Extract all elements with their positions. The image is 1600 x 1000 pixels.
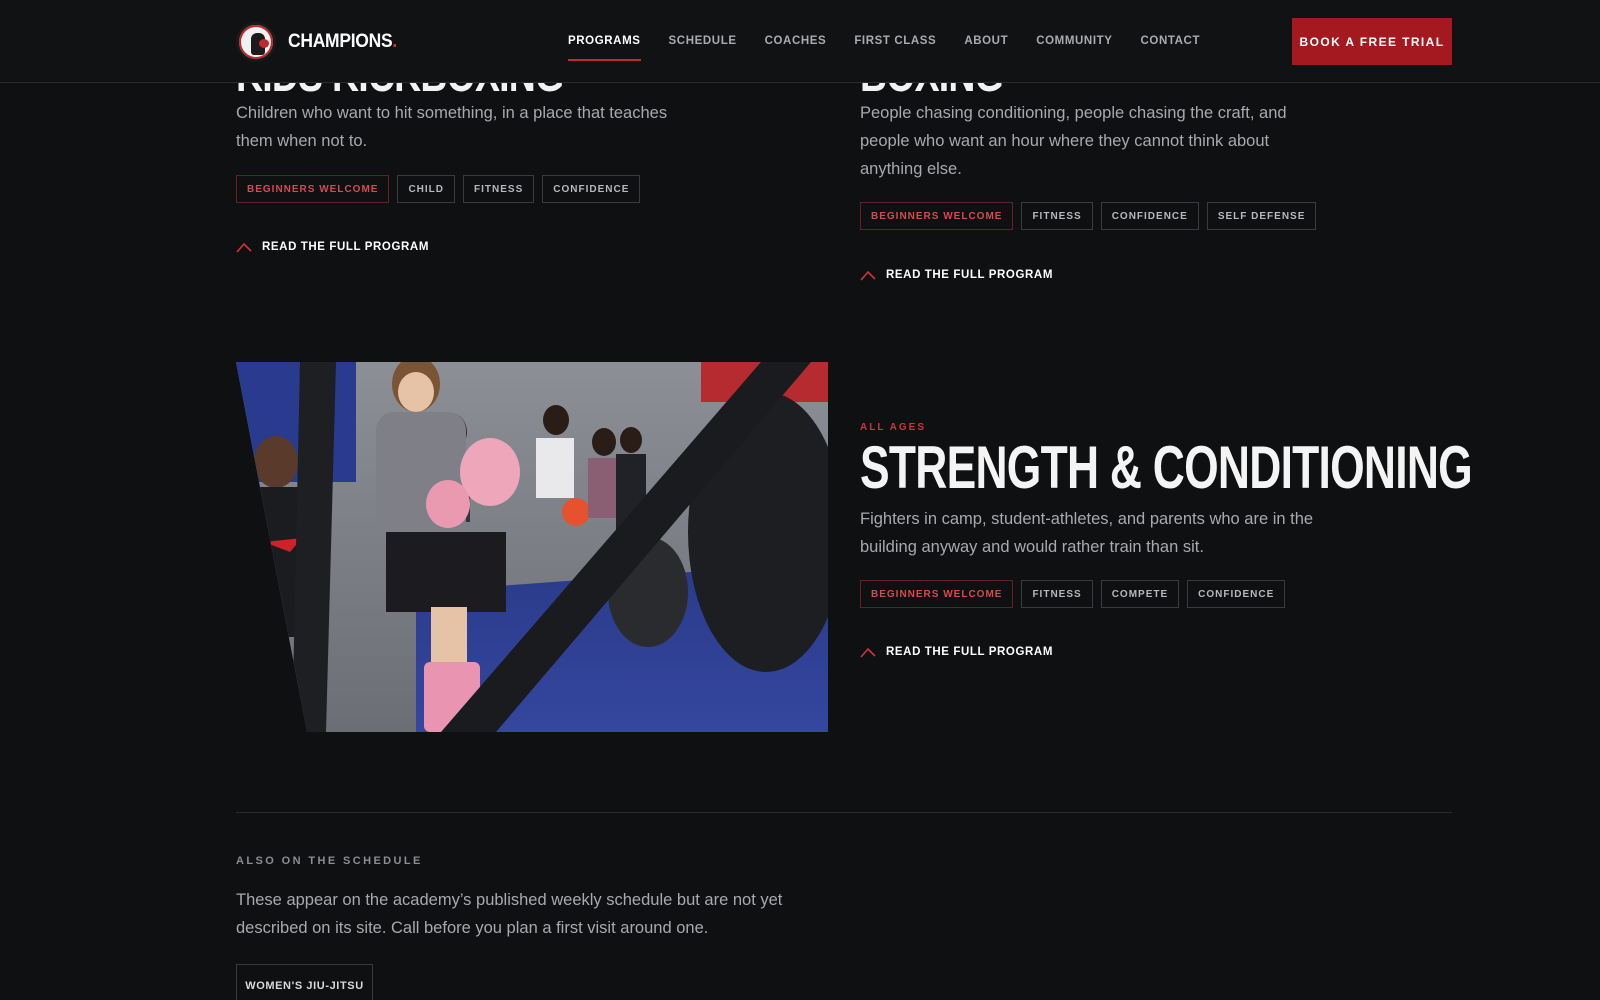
read-link-label: READ THE FULL PROGRAM [886, 269, 1053, 281]
read-full-program-link-featured[interactable]: READ THE FULL PROGRAM [860, 646, 1053, 658]
also-on-schedule-description: These appear on the academy’s published … [236, 891, 783, 937]
kids-kickboxing-class-photo [236, 362, 828, 732]
program-tags-featured: BEGINNERS WELCOME FITNESS COMPETE CONFID… [860, 580, 1286, 608]
tag-compete: COMPETE [1100, 580, 1180, 608]
main-nav: PROGRAMS SCHEDULE COACHES FIRST CLASS AB… [568, 0, 1228, 82]
read-link-label: READ THE FULL PROGRAM [886, 646, 1053, 658]
read-full-program-link-left[interactable]: READ THE FULL PROGRAM [236, 241, 429, 253]
program-description-featured: Fighters in camp, student-athletes, and … [860, 510, 1314, 556]
section-divider [236, 812, 1452, 813]
arrow-up-right-icon [860, 270, 876, 281]
brand-name: CHAMPIONS. [288, 31, 397, 52]
program-description-left: Children who want to hit something, in a… [236, 104, 668, 150]
tag-fitness: FITNESS [1021, 202, 1093, 230]
program-eyebrow: ALL AGES [860, 422, 927, 433]
nav-coaches[interactable]: COACHES [765, 0, 827, 82]
site-header: CHAMPIONS. PROGRAMS SCHEDULE COACHES FIR… [0, 0, 1600, 83]
tag-child: CHILD [397, 175, 456, 203]
tag-confidence: CONFIDENCE [1100, 202, 1199, 230]
arrow-up-right-icon [860, 647, 876, 658]
nav-first-class[interactable]: FIRST CLASS [854, 0, 936, 82]
read-full-program-link-right[interactable]: READ THE FULL PROGRAM [860, 269, 1053, 281]
womens-jiu-jitsu-chip[interactable]: WOMEN'S JIU-JITSU [236, 964, 373, 1000]
nav-schedule[interactable]: SCHEDULE [669, 0, 737, 82]
tag-confidence: CONFIDENCE [542, 175, 641, 203]
book-free-trial-button[interactable]: BOOK A FREE TRIAL [1292, 18, 1452, 65]
also-on-schedule-label: ALSO ON THE SCHEDULE [236, 855, 423, 867]
tag-fitness: FITNESS [1021, 580, 1093, 608]
tag-self-defense: SELF DEFENSE [1206, 202, 1317, 230]
program-description-right: People chasing conditioning, people chas… [860, 104, 1287, 178]
fighter-badge-icon [236, 22, 276, 62]
tag-confidence: CONFIDENCE [1187, 580, 1286, 608]
program-tags-left: BEGINNERS WELCOME CHILD FITNESS CONFIDEN… [236, 175, 641, 203]
tag-fitness: FITNESS [463, 175, 535, 203]
brand-logo[interactable]: CHAMPIONS. [236, 22, 406, 62]
arrow-up-right-icon [236, 242, 252, 253]
tag-beginners-welcome: BEGINNERS WELCOME [860, 580, 1014, 608]
tag-beginners-welcome: BEGINNERS WELCOME [236, 175, 390, 203]
class-photo-illustration [236, 362, 828, 732]
program-title-featured: STRENGTH & CONDITIONING [860, 434, 1473, 501]
nav-about[interactable]: ABOUT [964, 0, 1008, 82]
read-link-label: READ THE FULL PROGRAM [262, 241, 429, 253]
nav-programs[interactable]: PROGRAMS [568, 0, 641, 82]
tag-beginners-welcome: BEGINNERS WELCOME [860, 202, 1014, 230]
nav-contact[interactable]: CONTACT [1141, 0, 1201, 82]
nav-community[interactable]: COMMUNITY [1036, 0, 1112, 82]
program-tags-right: BEGINNERS WELCOME FITNESS CONFIDENCE SEL… [860, 202, 1317, 230]
